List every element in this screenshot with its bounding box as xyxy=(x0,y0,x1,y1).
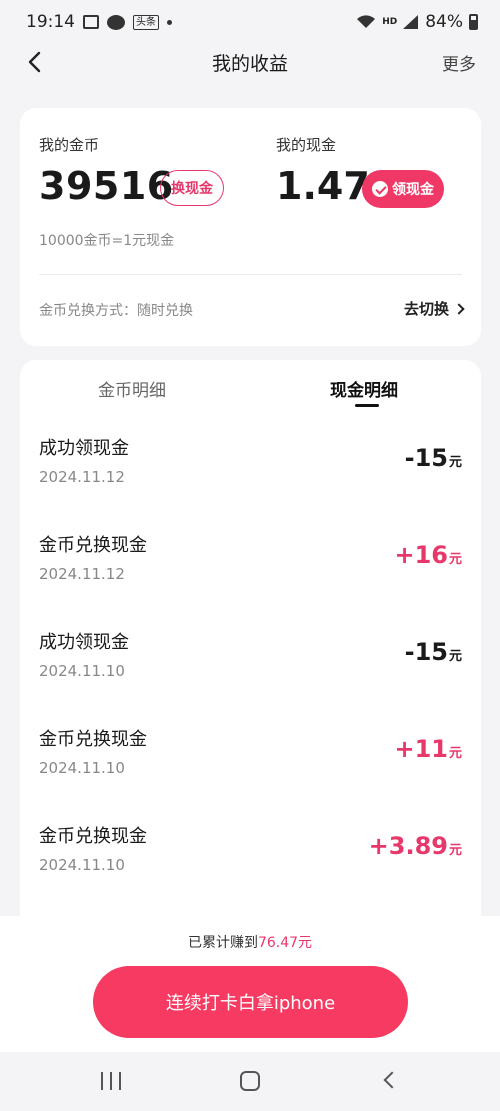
check-circle-icon xyxy=(372,181,388,197)
amount-value: +3.89 xyxy=(368,832,448,860)
status-bar: 19:14 头条 HD 84% xyxy=(0,0,500,44)
transaction-amount: -15元 xyxy=(405,444,462,472)
transaction-amount: +11元 xyxy=(394,735,462,763)
switch-mode-link[interactable]: 去切换 xyxy=(403,298,465,319)
bottom-action-bar: 已累计赚到76.47元 连续打卡白拿iphone xyxy=(0,916,500,1052)
transaction-title: 成功领现金 xyxy=(39,438,129,459)
transaction-date: 2024.11.10 xyxy=(39,662,125,680)
withdraw-cash-button[interactable]: 领现金 xyxy=(362,170,444,208)
transaction-amount: -15元 xyxy=(405,638,462,666)
active-tab-indicator xyxy=(355,404,379,407)
header: 我的收益 更多 xyxy=(0,44,500,80)
earned-amount: 76.47元 xyxy=(257,935,313,951)
amount-unit: 元 xyxy=(448,649,462,664)
earned-prefix: 已累计赚到 xyxy=(187,935,258,951)
cash-label: 我的现金 xyxy=(276,136,337,154)
list-item: 金币兑换现金 2024.11.12 +16元 xyxy=(20,513,481,610)
page-title: 我的收益 xyxy=(211,52,288,75)
exchange-cash-button[interactable]: 换现金 xyxy=(160,170,224,206)
transaction-list: 成功领现金 2024.11.12 -15元 金币兑换现金 2024.11.12 … xyxy=(20,416,481,901)
amount-value: -15 xyxy=(404,638,448,666)
status-time: 19:14 xyxy=(26,12,75,32)
battery-icon xyxy=(469,14,478,30)
transaction-date: 2024.11.10 xyxy=(39,759,125,777)
total-earned-text: 已累计赚到76.47元 xyxy=(0,932,500,952)
nav-back-icon[interactable] xyxy=(383,1071,401,1089)
signal-icon xyxy=(403,15,419,29)
news-icon: 头条 xyxy=(133,14,159,30)
list-item: 金币兑换现金 2024.11.10 +3.89元 xyxy=(20,804,481,901)
transaction-amount: +16元 xyxy=(394,541,462,569)
transaction-date: 2024.11.10 xyxy=(39,856,125,874)
list-item: 成功领现金 2024.11.10 -15元 xyxy=(20,610,481,707)
transaction-title: 金币兑换现金 xyxy=(39,729,147,750)
coins-value: 39516 xyxy=(39,164,174,208)
amount-value: +16 xyxy=(394,541,448,569)
amount-value: -15 xyxy=(404,444,448,472)
tab-coin-details[interactable]: 金币明细 xyxy=(98,376,166,401)
more-link[interactable]: 更多 xyxy=(442,50,476,75)
transaction-title: 金币兑换现金 xyxy=(39,535,147,556)
transaction-date: 2024.11.12 xyxy=(39,468,125,486)
exchange-rate-text: 10000金币=1元现金 xyxy=(39,233,175,249)
network-type: HD xyxy=(382,17,398,27)
coins-label: 我的金币 xyxy=(39,136,100,154)
detail-card: 金币明细 现金明细 成功领现金 2024.11.12 -15元 金币兑换现金 2… xyxy=(20,360,481,960)
back-arrow-icon[interactable] xyxy=(22,48,50,76)
battery-percent: 84% xyxy=(425,12,463,32)
transaction-amount: +3.89元 xyxy=(369,832,462,860)
cash-value: 1.47 xyxy=(276,164,370,208)
transaction-title: 金币兑换现金 xyxy=(39,826,147,847)
divider xyxy=(39,274,462,275)
tab-cash-details[interactable]: 现金明细 xyxy=(330,376,398,401)
amount-unit: 元 xyxy=(448,455,462,470)
gallery-icon xyxy=(83,15,99,29)
list-item: 金币兑换现金 2024.11.10 +11元 xyxy=(20,707,481,804)
recents-icon[interactable] xyxy=(101,1072,121,1090)
amount-unit: 元 xyxy=(448,746,462,761)
earnings-summary-card: 我的金币 39516 换现金 我的现金 1.47 领现金 10000金币=1元现… xyxy=(20,108,481,346)
status-right: HD 84% xyxy=(356,12,478,32)
list-item: 成功领现金 2024.11.12 -15元 xyxy=(20,416,481,513)
amount-value: +11 xyxy=(394,735,448,763)
transaction-title: 成功领现金 xyxy=(39,632,129,653)
status-left: 19:14 头条 xyxy=(26,12,172,32)
system-nav-bar xyxy=(0,1052,500,1111)
chat-icon xyxy=(107,14,125,30)
switch-mode-label: 去切换 xyxy=(403,300,449,318)
transaction-date: 2024.11.12 xyxy=(39,565,125,583)
notification-dot-icon xyxy=(167,19,172,25)
checkin-button[interactable]: 连续打卡白拿iphone xyxy=(93,966,408,1038)
amount-unit: 元 xyxy=(448,552,462,567)
amount-unit: 元 xyxy=(448,843,462,858)
withdraw-cash-label: 领现金 xyxy=(392,182,434,198)
detail-tabs: 金币明细 现金明细 xyxy=(20,360,481,416)
chevron-right-icon xyxy=(453,302,465,315)
home-icon[interactable] xyxy=(240,1071,260,1091)
exchange-mode-text: 金币兑换方式：随时兑换 xyxy=(39,303,193,319)
wifi-icon xyxy=(357,15,376,28)
